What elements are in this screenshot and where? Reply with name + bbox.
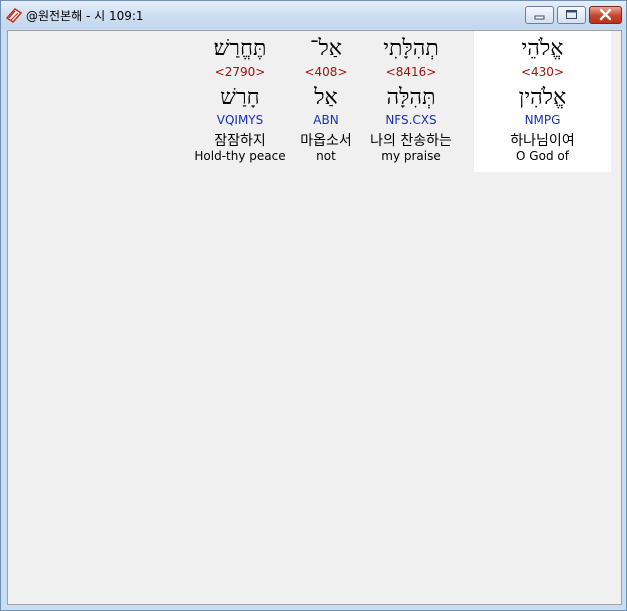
english-gloss: Hold-thy peace xyxy=(194,149,286,163)
close-icon xyxy=(599,8,612,21)
korean-gloss: 하나님이여 xyxy=(510,133,575,149)
hebrew-lemma: אַל xyxy=(314,85,338,110)
morphology-code: NFS.CXS xyxy=(385,113,437,127)
strong-number[interactable]: <2790> xyxy=(190,65,290,79)
title-bar[interactable]: @원전본해 - 시 109:1 xyxy=(1,1,626,29)
hebrew-word: אַל־ xyxy=(310,36,342,61)
morphology-code: VQIMYS xyxy=(216,113,264,127)
app-window: @원전본해 - 시 109:1 אֱלֹהֵי <430> אֱלֹהִין N… xyxy=(0,0,627,611)
english-gloss: my praise xyxy=(381,149,441,163)
minimize-icon xyxy=(534,15,545,20)
hebrew-word: תֶּחֱרַשׁ׃ xyxy=(213,36,267,61)
hebrew-word: תְהִלָּתִי xyxy=(383,36,439,61)
minimize-button[interactable] xyxy=(525,6,554,24)
strong-number[interactable]: <408> xyxy=(288,65,364,79)
window-title: @원전본해 - 시 109:1 xyxy=(26,9,144,23)
strong-number[interactable]: <8416> xyxy=(356,65,466,79)
interlinear-panel: אֱלֹהֵי <430> אֱלֹהִין NMPG 하나님이여 O God … xyxy=(7,30,622,605)
korean-gloss: 잠잠하지 xyxy=(214,133,266,149)
bible-app-icon xyxy=(5,8,23,23)
strong-number[interactable]: <430> xyxy=(474,65,611,79)
korean-gloss: 나의 찬송하는 xyxy=(370,133,452,149)
english-gloss: not xyxy=(316,149,336,163)
hebrew-lemma: תְּהִלָּה xyxy=(386,85,436,110)
hebrew-lemma: אֱלֹהִין xyxy=(518,85,567,110)
korean-gloss: 마옵소서 xyxy=(300,133,352,149)
morphology-code: ABN xyxy=(313,113,339,127)
hebrew-word: אֱלֹהֵי xyxy=(521,36,564,61)
maximize-button[interactable] xyxy=(557,6,586,24)
morphology-code: NMPG xyxy=(524,113,561,127)
english-gloss: O God of xyxy=(516,149,569,163)
close-button[interactable] xyxy=(589,6,622,24)
hebrew-lemma: חָרַשׁ xyxy=(220,85,260,110)
maximize-icon xyxy=(566,10,577,19)
